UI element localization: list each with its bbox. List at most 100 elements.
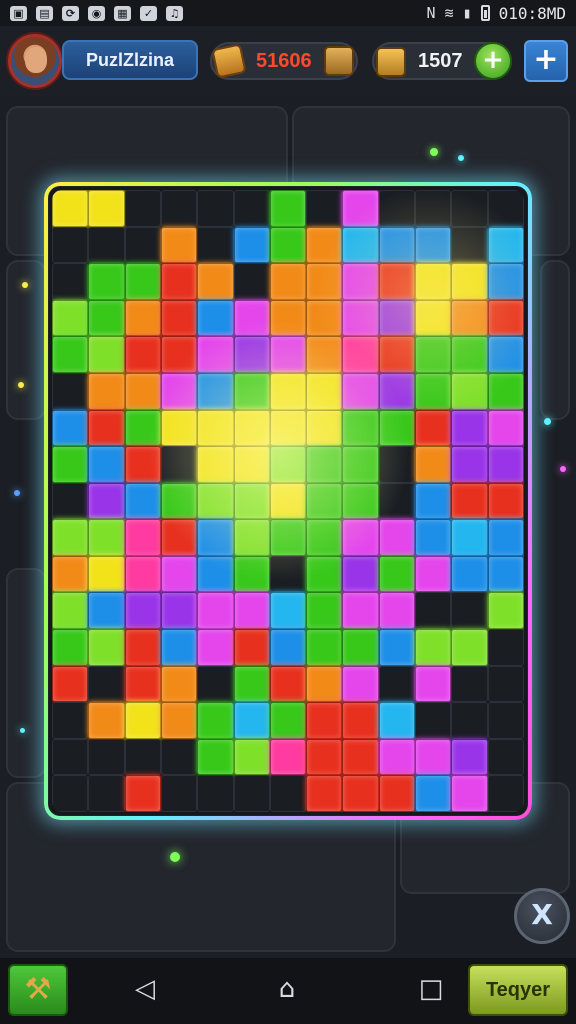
- puzzle-piece[interactable]: [233, 592, 270, 630]
- puzzle-piece[interactable]: [124, 372, 161, 410]
- puzzle-piece[interactable]: [160, 665, 198, 703]
- puzzle-piece[interactable]: [415, 775, 452, 812]
- puzzle-piece[interactable]: [342, 372, 379, 410]
- puzzle-piece[interactable]: [124, 336, 161, 373]
- puzzle-piece[interactable]: [306, 482, 343, 520]
- puzzle-piece[interactable]: [415, 519, 452, 556]
- add-gems-button[interactable]: +: [474, 42, 512, 80]
- puzzle-piece[interactable]: [160, 299, 198, 337]
- puzzle-piece[interactable]: [342, 702, 379, 739]
- puzzle-piece[interactable]: [378, 702, 416, 739]
- puzzle-piece[interactable]: [269, 263, 307, 300]
- puzzle-piece[interactable]: [415, 446, 452, 483]
- puzzle-piece[interactable]: [197, 299, 234, 337]
- puzzle-piece[interactable]: [487, 519, 524, 556]
- puzzle-piece[interactable]: [52, 336, 89, 373]
- avatar[interactable]: [8, 34, 62, 88]
- puzzle-piece[interactable]: [342, 446, 379, 483]
- puzzle-piece[interactable]: [124, 482, 161, 520]
- puzzle-piece[interactable]: [306, 592, 343, 630]
- puzzle-piece[interactable]: [88, 555, 125, 593]
- puzzle-piece[interactable]: [233, 738, 270, 776]
- puzzle-piece[interactable]: [269, 226, 307, 264]
- puzzle-piece[interactable]: [306, 775, 343, 812]
- puzzle-piece[interactable]: [124, 702, 161, 739]
- puzzle-piece[interactable]: [378, 372, 416, 410]
- puzzle-piece[interactable]: [88, 372, 125, 410]
- puzzle-piece[interactable]: [342, 738, 379, 776]
- puzzle-piece[interactable]: [124, 592, 161, 630]
- puzzle-piece[interactable]: [269, 446, 307, 483]
- puzzle-piece[interactable]: [306, 263, 343, 300]
- puzzle-piece[interactable]: [197, 592, 234, 630]
- recent-apps-button[interactable]: □: [416, 974, 446, 1004]
- hammer-tool-button[interactable]: ⚒: [8, 964, 68, 1016]
- puzzle-piece[interactable]: [451, 519, 488, 556]
- puzzle-piece[interactable]: [52, 446, 89, 483]
- puzzle-piece[interactable]: [160, 702, 198, 739]
- puzzle-piece[interactable]: [269, 372, 307, 410]
- puzzle-piece[interactable]: [451, 738, 488, 776]
- puzzle-piece[interactable]: [487, 446, 524, 483]
- puzzle-piece[interactable]: [342, 226, 379, 264]
- puzzle-piece[interactable]: [342, 263, 379, 300]
- puzzle-piece[interactable]: [342, 629, 379, 666]
- puzzle-piece[interactable]: [233, 519, 270, 556]
- puzzle-piece[interactable]: [415, 629, 452, 666]
- puzzle-piece[interactable]: [451, 263, 488, 300]
- puzzle-piece[interactable]: [378, 555, 416, 593]
- puzzle-piece[interactable]: [88, 702, 125, 739]
- puzzle-piece[interactable]: [415, 738, 452, 776]
- puzzle-piece[interactable]: [378, 409, 416, 447]
- puzzle-piece[interactable]: [306, 519, 343, 556]
- puzzle-piece[interactable]: [269, 629, 307, 666]
- puzzle-piece[interactable]: [415, 555, 452, 593]
- puzzle-piece[interactable]: [415, 336, 452, 373]
- puzzle-piece[interactable]: [233, 336, 270, 373]
- puzzle-piece[interactable]: [378, 226, 416, 264]
- puzzle-piece[interactable]: [415, 372, 452, 410]
- puzzle-piece[interactable]: [342, 409, 379, 447]
- puzzle-piece[interactable]: [269, 665, 307, 703]
- puzzle-piece[interactable]: [415, 409, 452, 447]
- puzzle-piece[interactable]: [233, 665, 270, 703]
- player-name-badge[interactable]: PuzlZlzina: [62, 40, 198, 80]
- puzzle-piece[interactable]: [124, 555, 161, 593]
- puzzle-piece[interactable]: [451, 409, 488, 447]
- puzzle-piece[interactable]: [487, 482, 524, 520]
- puzzle-piece[interactable]: [415, 665, 452, 703]
- puzzle-piece[interactable]: [487, 336, 524, 373]
- puzzle-piece[interactable]: [451, 775, 488, 812]
- puzzle-piece[interactable]: [160, 409, 198, 447]
- puzzle-piece[interactable]: [52, 299, 89, 337]
- puzzle-piece[interactable]: [197, 446, 234, 483]
- puzzle-piece[interactable]: [451, 446, 488, 483]
- puzzle-piece[interactable]: [160, 263, 198, 300]
- puzzle-piece[interactable]: [378, 629, 416, 666]
- puzzle-piece[interactable]: [88, 519, 125, 556]
- puzzle-piece[interactable]: [233, 226, 270, 264]
- puzzle-piece[interactable]: [88, 446, 125, 483]
- puzzle-piece[interactable]: [378, 263, 416, 300]
- puzzle-piece[interactable]: [378, 592, 416, 630]
- puzzle-piece[interactable]: [88, 263, 125, 300]
- puzzle-piece[interactable]: [233, 299, 270, 337]
- puzzle-piece[interactable]: [415, 263, 452, 300]
- puzzle-piece[interactable]: [52, 190, 89, 227]
- puzzle-piece[interactable]: [342, 299, 379, 337]
- puzzle-piece[interactable]: [233, 482, 270, 520]
- puzzle-piece[interactable]: [88, 336, 125, 373]
- puzzle-piece[interactable]: [487, 226, 524, 264]
- puzzle-piece[interactable]: [378, 738, 416, 776]
- puzzle-piece[interactable]: [52, 665, 89, 703]
- puzzle-piece[interactable]: [88, 299, 125, 337]
- puzzle-piece[interactable]: [233, 555, 270, 593]
- plus-button[interactable]: +: [524, 40, 568, 82]
- puzzle-piece[interactable]: [52, 629, 89, 666]
- puzzle-piece[interactable]: [342, 336, 379, 373]
- puzzle-piece[interactable]: [124, 263, 161, 300]
- puzzle-piece[interactable]: [451, 555, 488, 593]
- puzzle-piece[interactable]: [487, 592, 524, 630]
- back-nav-button[interactable]: ◁: [130, 974, 160, 1004]
- puzzle-piece[interactable]: [342, 592, 379, 630]
